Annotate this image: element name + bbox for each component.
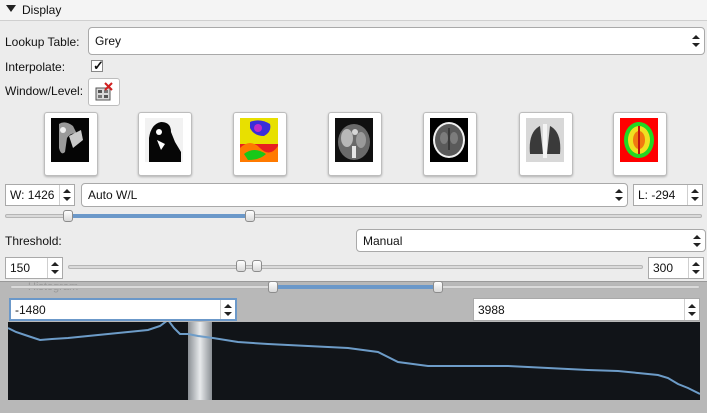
histogram-plot[interactable] xyxy=(8,322,700,400)
section-title: Display xyxy=(22,3,62,17)
preset-ct-abdomen[interactable] xyxy=(328,112,382,176)
updown-arrows-icon xyxy=(692,35,700,47)
preset-ct-lung[interactable] xyxy=(519,112,573,176)
spin-arrows-icon[interactable] xyxy=(63,189,71,201)
level-spinbox[interactable]: L: -294 xyxy=(633,184,703,206)
histogram-graph xyxy=(8,322,700,400)
threshold-label: Threshold: xyxy=(5,234,62,248)
preset-ct-air[interactable] xyxy=(138,112,192,176)
preset-ct-brain[interactable] xyxy=(423,112,477,176)
spin-separator xyxy=(688,258,689,278)
auto-wl-value: Auto W/L xyxy=(88,188,138,202)
spin-separator xyxy=(687,185,688,205)
histogram-max-value: 3988 xyxy=(478,302,505,317)
preset-dti[interactable] xyxy=(613,112,667,176)
histogram-min-value: -1480 xyxy=(15,302,46,317)
spin-arrows-icon[interactable] xyxy=(224,303,232,316)
display-section-header[interactable]: Display xyxy=(0,0,707,21)
ct-lung-preset-icon xyxy=(526,118,564,162)
preset-pet[interactable] xyxy=(233,112,287,176)
ct-air-preset-icon xyxy=(145,118,183,162)
window-level-min-handle[interactable] xyxy=(63,210,73,222)
histogram-max-spinbox[interactable]: 3988 xyxy=(473,298,700,321)
spin-arrows-icon[interactable] xyxy=(51,262,59,274)
lookup-table-value: Grey xyxy=(95,34,122,48)
histogram-max-handle[interactable] xyxy=(433,281,443,293)
pet-preset-icon xyxy=(240,118,278,162)
histogram-curve xyxy=(8,322,700,395)
window-level-max-handle[interactable] xyxy=(245,210,255,222)
spin-separator xyxy=(59,185,60,205)
threshold-lower-spinbox[interactable]: 150 xyxy=(5,257,63,279)
histogram-min-spinbox[interactable]: -1480 xyxy=(9,298,237,321)
spin-separator xyxy=(47,258,48,278)
level-value: L: -294 xyxy=(638,188,676,202)
threshold-lower-value: 150 xyxy=(10,261,31,275)
ct-bone-preset-icon xyxy=(51,118,89,162)
threshold-mode-value: Manual xyxy=(363,233,403,248)
window-level-slider-range xyxy=(68,214,250,218)
interpolate-checkbox[interactable]: ✓ xyxy=(91,58,104,73)
window-spinbox[interactable]: W: 1426 xyxy=(5,184,75,206)
spin-separator xyxy=(684,299,685,320)
preset-ct-bone[interactable] xyxy=(44,112,98,176)
threshold-lower-handle[interactable] xyxy=(236,260,246,272)
window-value: W: 1426 xyxy=(10,188,55,202)
spin-separator xyxy=(220,300,221,319)
spin-arrows-icon[interactable] xyxy=(691,189,699,201)
histogram-min-handle[interactable] xyxy=(268,281,278,293)
ct-abdomen-preset-icon xyxy=(335,118,373,162)
interpolate-label: Interpolate: xyxy=(5,60,66,74)
threshold-upper-spinbox[interactable]: 300 xyxy=(648,257,704,279)
updown-arrows-icon xyxy=(615,189,623,201)
ct-brain-preset-icon xyxy=(430,118,468,162)
lookup-table-label: Lookup Table: xyxy=(5,35,80,49)
dti-preset-icon xyxy=(620,118,658,162)
spin-arrows-icon[interactable] xyxy=(688,303,696,316)
threshold-upper-handle[interactable] xyxy=(252,260,262,272)
threshold-band xyxy=(188,322,212,400)
updown-arrows-icon xyxy=(693,234,701,247)
checkmark-icon: ✓ xyxy=(93,58,104,73)
threshold-slider-track[interactable] xyxy=(68,265,643,269)
threshold-upper-value: 300 xyxy=(653,261,674,275)
auto-wl-combobox[interactable]: Auto W/L xyxy=(81,183,628,207)
window-level-icon xyxy=(95,82,113,101)
lookup-table-combobox[interactable]: Grey xyxy=(88,27,705,55)
window-level-button[interactable] xyxy=(88,78,120,106)
window-level-label: Window/Level: xyxy=(5,84,84,98)
collapse-arrow-icon[interactable] xyxy=(6,5,16,12)
spin-arrows-icon[interactable] xyxy=(692,262,700,274)
histogram-range-fill xyxy=(273,285,438,289)
threshold-mode-combobox[interactable]: Manual xyxy=(356,229,706,252)
